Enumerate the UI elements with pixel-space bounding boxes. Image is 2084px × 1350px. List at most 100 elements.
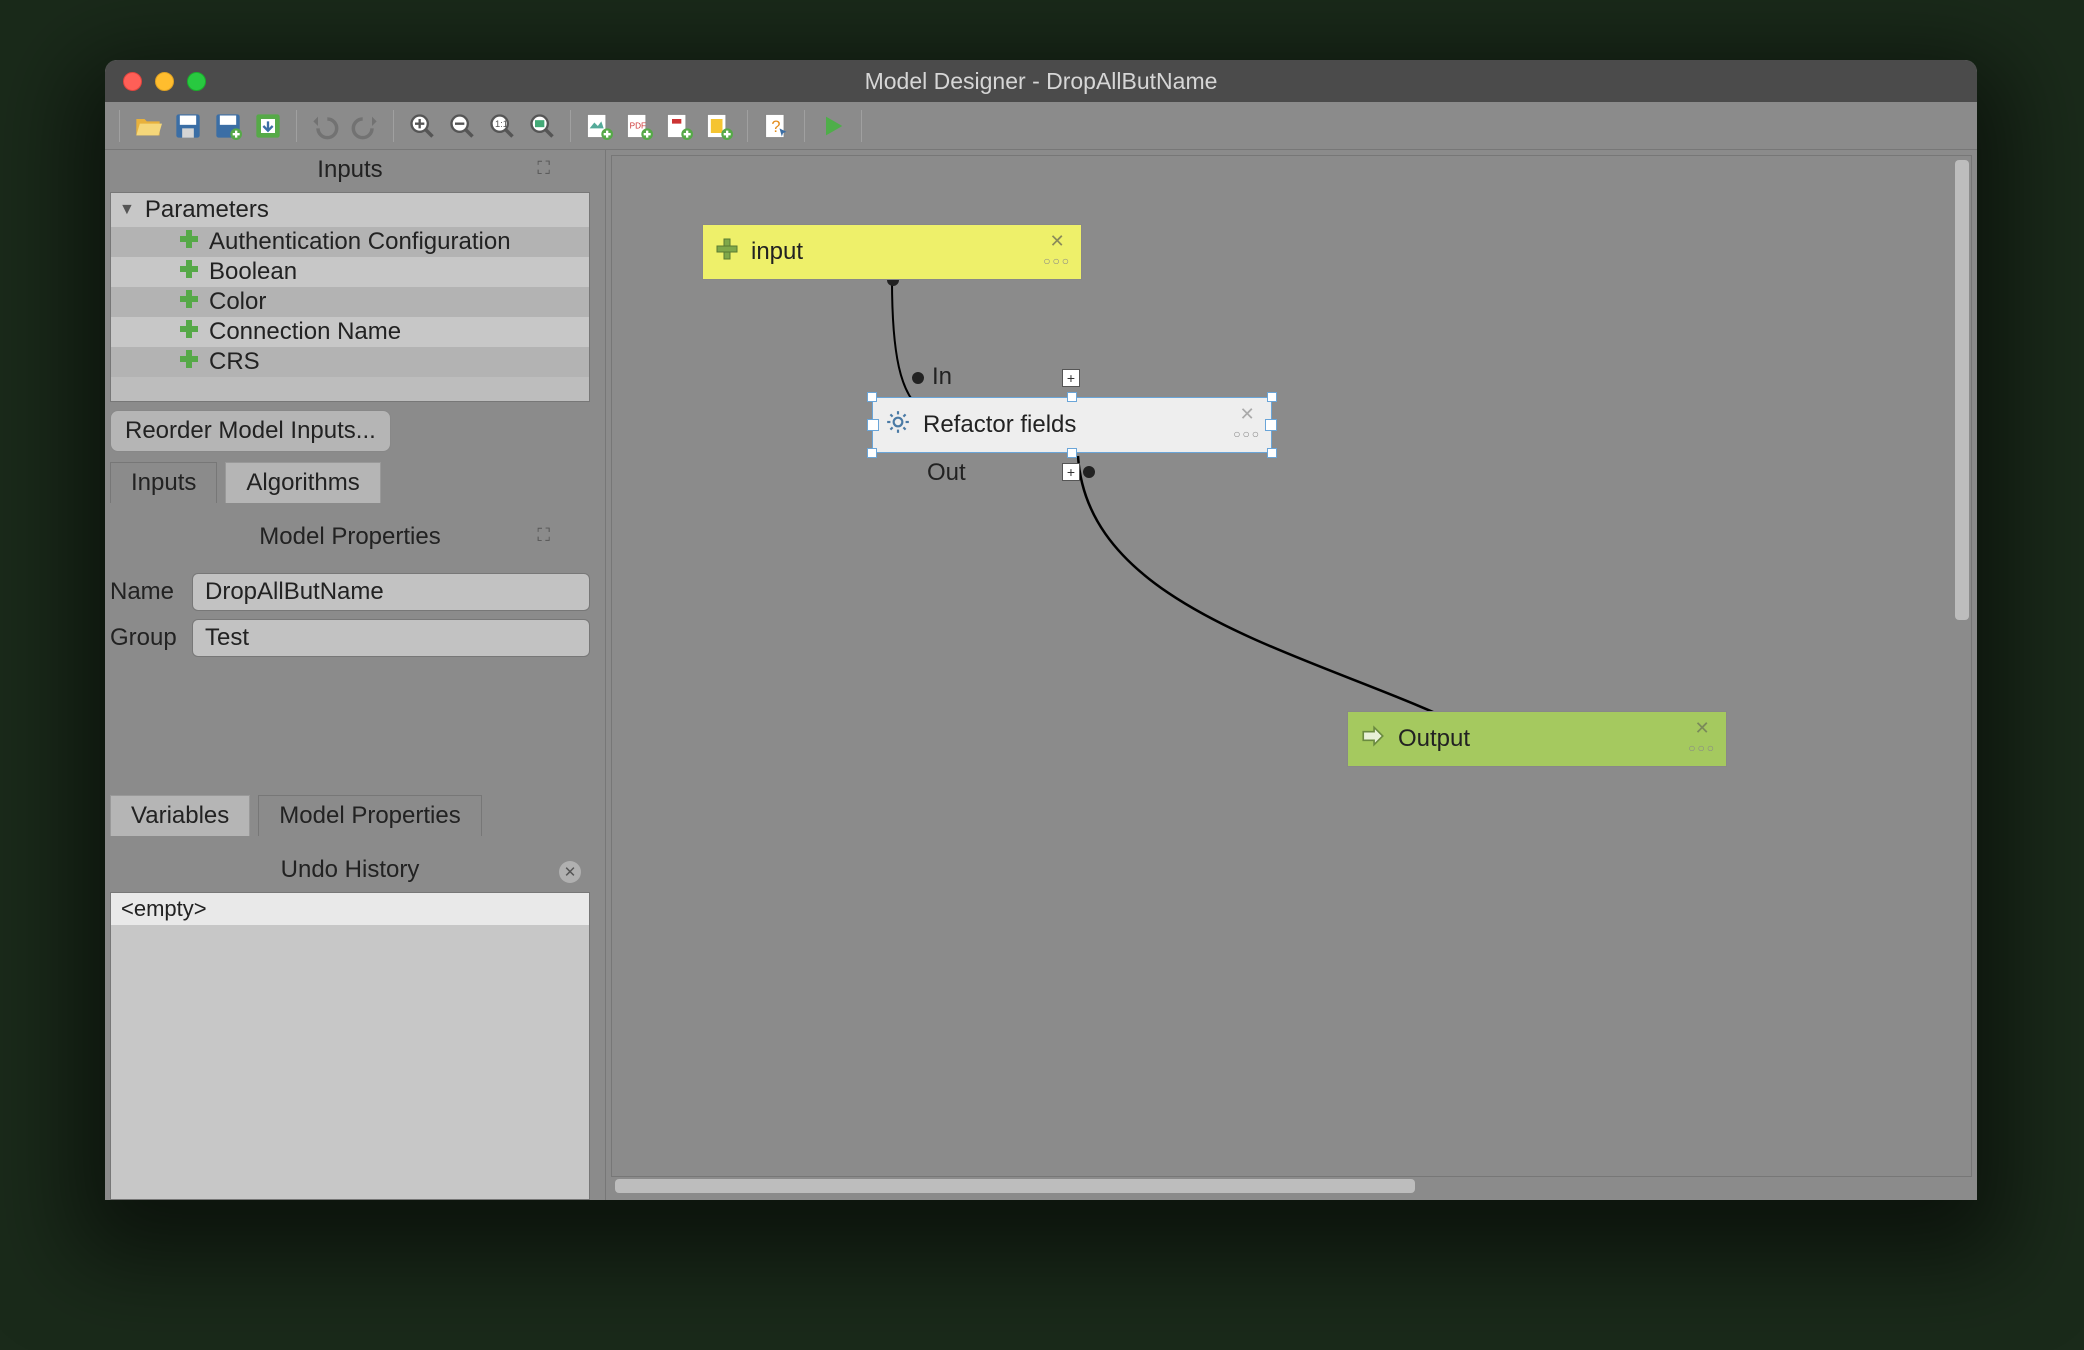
selection-handle[interactable]: [1267, 392, 1277, 402]
model-name-row: Name: [110, 573, 590, 611]
inputs-title-text: Inputs: [317, 156, 382, 183]
inputs-tab-row: Inputs Algorithms: [110, 462, 590, 503]
export-pdf-button[interactable]: PDF: [621, 108, 657, 144]
zoom-full-button[interactable]: [524, 108, 560, 144]
delete-node-icon[interactable]: ✕: [1695, 718, 1710, 739]
run-button[interactable]: [815, 108, 851, 144]
input-type-item[interactable]: Connection Name: [111, 317, 589, 347]
undo-history-list[interactable]: <empty>: [110, 892, 590, 1200]
toolbar: 1:1 PDF ?: [105, 102, 1977, 150]
model-properties-form: Name Group: [110, 559, 590, 665]
model-name-input[interactable]: [192, 573, 590, 611]
window-controls: [123, 72, 206, 91]
toolbar-separator: [296, 110, 297, 142]
undo-button[interactable]: [307, 108, 343, 144]
model-group-input[interactable]: [192, 619, 590, 657]
node-actions: ✕ ○○○: [1043, 231, 1071, 268]
toolbar-separator: [747, 110, 748, 142]
selection-handle[interactable]: [1267, 448, 1277, 458]
spacer: [105, 665, 595, 785]
scrollbar-thumb[interactable]: [1955, 160, 1969, 620]
toolbar-separator: [570, 110, 571, 142]
port-label-in: In: [932, 363, 952, 391]
tab-variables[interactable]: Variables: [110, 795, 250, 836]
caret-down-icon: ▼: [119, 201, 135, 219]
port-label-out: Out: [927, 459, 966, 487]
node-refactor-fields[interactable]: Refactor fields ✕ ○○○: [872, 397, 1272, 453]
input-type-item[interactable]: CRS: [111, 347, 589, 377]
model-properties-title: Model Properties ⛶: [105, 517, 595, 559]
undo-history-title-text: Undo History: [281, 856, 420, 883]
input-type-item[interactable]: Authentication Configuration: [111, 227, 589, 257]
node-actions: ✕ ○○○: [1688, 718, 1716, 755]
node-actions: ✕ ○○○: [1233, 404, 1261, 441]
sidebar: Inputs ⛶ ▼ Parameters Authentication Con…: [105, 150, 595, 1200]
port-expand-out[interactable]: +: [1062, 463, 1080, 481]
delete-node-icon[interactable]: ✕: [1240, 404, 1255, 425]
inputs-panel-title: Inputs ⛶: [105, 150, 595, 192]
detach-panel-icon[interactable]: ⛶: [537, 158, 550, 179]
selection-handle[interactable]: [867, 392, 877, 402]
plus-icon: [179, 348, 199, 376]
node-output[interactable]: Output ✕ ○○○: [1347, 711, 1727, 767]
delete-node-icon[interactable]: ✕: [1050, 231, 1065, 252]
undo-history-panel: <empty>: [110, 892, 590, 1200]
selection-handle[interactable]: [1067, 448, 1077, 458]
close-panel-icon[interactable]: ✕: [559, 856, 581, 884]
node-menu-icon[interactable]: ○○○: [1233, 427, 1261, 441]
node-menu-icon[interactable]: ○○○: [1688, 741, 1716, 755]
input-type-label: Color: [209, 288, 266, 316]
export-image-button[interactable]: [581, 108, 617, 144]
open-button[interactable]: [130, 108, 166, 144]
tab-inputs[interactable]: Inputs: [110, 462, 217, 503]
input-type-label: Authentication Configuration: [209, 228, 511, 256]
node-algo-label: Refactor fields: [923, 411, 1076, 439]
model-designer-window: Model Designer - DropAllButName 1:1 PDF …: [105, 60, 1977, 1200]
toolbar-separator: [804, 110, 805, 142]
zoom-window-button[interactable]: [187, 72, 206, 91]
reorder-inputs-button[interactable]: Reorder Model Inputs...: [110, 410, 391, 452]
selection-handle[interactable]: [1067, 392, 1077, 402]
save-button[interactable]: [170, 108, 206, 144]
main-body: Inputs ⛶ ▼ Parameters Authentication Con…: [105, 150, 1977, 1200]
undo-history-entry[interactable]: <empty>: [111, 893, 589, 925]
tab-algorithms[interactable]: Algorithms: [225, 462, 380, 503]
parameters-root[interactable]: ▼ Parameters: [111, 193, 589, 227]
canvas-area: input ✕ ○○○ In + Refac: [605, 150, 1977, 1200]
model-canvas[interactable]: input ✕ ○○○ In + Refac: [611, 155, 1972, 1177]
zoom-actual-button[interactable]: 1:1: [484, 108, 520, 144]
detach-panel-icon[interactable]: ⛶: [537, 525, 550, 546]
redo-button[interactable]: [347, 108, 383, 144]
svg-text:PDF: PDF: [630, 121, 646, 130]
zoom-out-button[interactable]: [444, 108, 480, 144]
titlebar: Model Designer - DropAllButName: [105, 60, 1977, 102]
node-input[interactable]: input ✕ ○○○: [702, 224, 1082, 280]
svg-text:1:1: 1:1: [495, 119, 508, 129]
zoom-in-button[interactable]: [404, 108, 440, 144]
export-svg-button[interactable]: [661, 108, 697, 144]
save-as-button[interactable]: [210, 108, 246, 144]
selection-handle[interactable]: [867, 448, 877, 458]
canvas-horizontal-scrollbar[interactable]: [611, 1177, 1972, 1195]
port-dot-out: [1083, 466, 1095, 478]
scrollbar-thumb[interactable]: [615, 1179, 1415, 1193]
node-menu-icon[interactable]: ○○○: [1043, 254, 1071, 268]
close-window-button[interactable]: [123, 72, 142, 91]
gear-icon: [885, 409, 911, 442]
inputs-tree[interactable]: ▼ Parameters Authentication Configuratio…: [110, 192, 590, 402]
export-python-button[interactable]: [701, 108, 737, 144]
input-type-item[interactable]: Boolean: [111, 257, 589, 287]
minimize-window-button[interactable]: [155, 72, 174, 91]
input-type-item[interactable]: Color: [111, 287, 589, 317]
help-button[interactable]: ?: [758, 108, 794, 144]
input-type-label: CRS: [209, 348, 260, 376]
model-group-label: Group: [110, 624, 192, 652]
save-in-project-button[interactable]: [250, 108, 286, 144]
port-expand-in[interactable]: +: [1062, 369, 1080, 387]
tab-model-properties[interactable]: Model Properties: [258, 795, 481, 836]
node-output-label: Output: [1398, 725, 1470, 753]
svg-text:?: ?: [771, 117, 780, 135]
arrow-right-icon: [1360, 723, 1386, 756]
canvas-vertical-scrollbar[interactable]: [1953, 156, 1971, 1176]
model-group-row: Group: [110, 619, 590, 657]
